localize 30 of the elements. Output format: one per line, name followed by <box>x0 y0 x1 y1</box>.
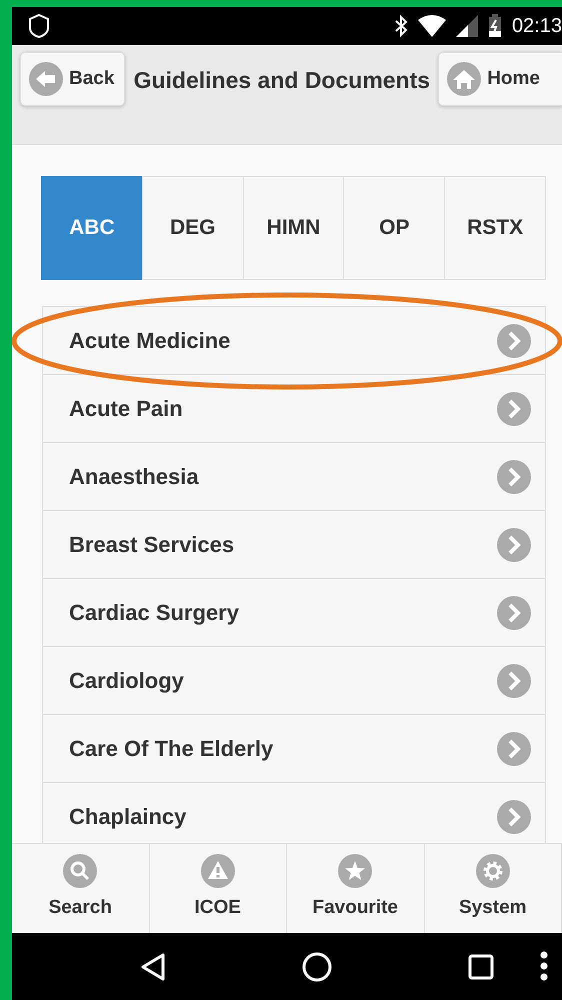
settings-icon <box>476 854 510 888</box>
chevron-right-icon <box>497 392 531 426</box>
letter-tab[interactable]: DEG <box>142 176 244 280</box>
chevron-right-icon <box>497 732 531 766</box>
chevron-right-icon <box>497 800 531 834</box>
recents-nav-icon[interactable] <box>468 954 494 980</box>
chevron-right-icon <box>497 596 531 630</box>
letter-tab[interactable]: OP <box>343 176 446 280</box>
clock-time: 02:13 <box>512 14 562 39</box>
shield-icon <box>28 13 50 39</box>
home-icon <box>447 62 482 96</box>
back-nav-icon[interactable] <box>140 952 166 980</box>
battery-icon <box>488 14 502 38</box>
letter-tab[interactable]: RSTX <box>444 176 546 280</box>
home-nav-icon[interactable] <box>302 952 332 982</box>
wifi-icon <box>418 15 446 37</box>
signal-icon <box>456 15 478 37</box>
search-icon <box>63 854 98 888</box>
overflow-menu-icon[interactable] <box>540 951 548 981</box>
letter-tab[interactable]: HIMN <box>242 176 344 280</box>
chevron-right-icon <box>497 324 531 358</box>
letter-tab[interactable]: ABC <box>41 176 143 280</box>
chevron-right-icon <box>497 460 531 494</box>
warning-icon <box>200 854 235 888</box>
chevron-right-icon <box>497 528 531 562</box>
back-button[interactable]: Back <box>20 52 126 106</box>
page-title: Guidelines and Documents <box>132 66 432 95</box>
chevron-right-icon <box>497 664 531 698</box>
home-button[interactable]: Home <box>438 52 562 106</box>
bluetooth-icon <box>394 14 408 38</box>
